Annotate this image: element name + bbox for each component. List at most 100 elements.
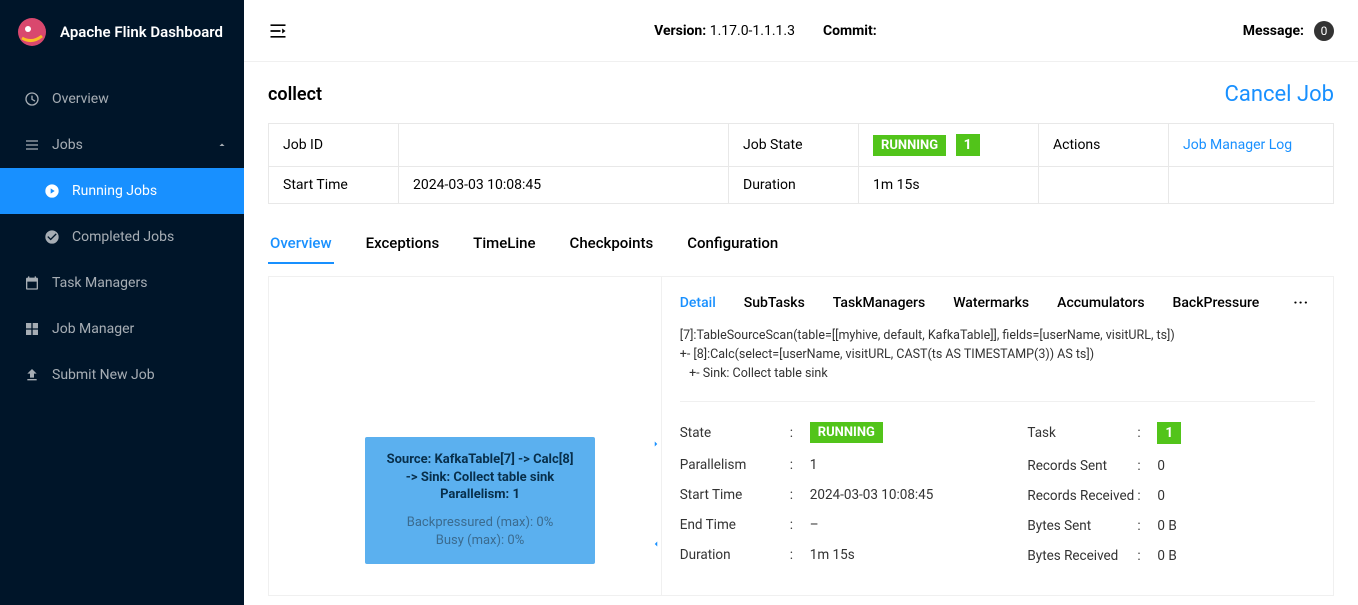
job-manager-log-link[interactable]: Job Manager Log xyxy=(1183,137,1292,153)
message-label: Message: xyxy=(1243,23,1304,39)
sidebar-item-label: Jobs xyxy=(52,137,83,153)
kv-starttime-val: 2024-03-03 10:08:45 xyxy=(810,487,934,503)
node-backpressure: Backpressured (max): 0% xyxy=(375,514,585,532)
check-circle-icon xyxy=(44,229,60,245)
job-id-label: Job ID xyxy=(269,124,399,167)
kv-endtime-val: – xyxy=(810,517,819,533)
menu-fold-icon[interactable] xyxy=(268,21,288,41)
sidebar-item-overview[interactable]: Overview xyxy=(0,76,244,122)
kv-bsent-key: Bytes Sent xyxy=(1027,518,1137,534)
chevron-left-icon[interactable] xyxy=(650,532,662,556)
main-content: Version: 1.17.0-1.1.1.3 Commit: Message:… xyxy=(244,0,1358,605)
commit-info: Commit: xyxy=(823,23,877,39)
kv-rsent-val: 0 xyxy=(1157,458,1165,474)
detail-tabs: Detail SubTasks TaskManagers Watermarks … xyxy=(680,291,1315,315)
node-source-line: Source: KafkaTable[7] -> Calc[8] xyxy=(375,451,585,469)
kv-duration-key: Duration xyxy=(680,547,790,563)
tab-exceptions[interactable]: Exceptions xyxy=(364,224,442,264)
graph-node[interactable]: Source: KafkaTable[7] -> Calc[8] -> Sink… xyxy=(365,437,595,564)
start-time-label: Start Time xyxy=(269,167,399,204)
job-tabs: Overview Exceptions TimeLine Checkpoints… xyxy=(268,224,1334,264)
sidebar-item-completed-jobs[interactable]: Completed Jobs xyxy=(0,214,244,260)
execution-plan: [7]:TableSourceScan(table=[[myhive, defa… xyxy=(680,327,1315,383)
status-badge: RUNNING xyxy=(873,135,946,156)
sidebar-item-jobs[interactable]: Jobs xyxy=(0,122,244,168)
start-time-value: 2024-03-03 10:08:45 xyxy=(399,167,729,204)
job-state-label: Job State xyxy=(729,124,859,167)
schedule-icon xyxy=(24,275,40,291)
tab-overview[interactable]: Overview xyxy=(268,224,334,264)
upload-icon xyxy=(24,367,40,383)
kv-endtime-key: End Time xyxy=(680,517,790,533)
build-icon xyxy=(24,321,40,337)
actions-value: Job Manager Log xyxy=(1169,124,1334,167)
sidebar: Apache Flink Dashboard Overview Jobs Run… xyxy=(0,0,244,605)
detail-tab-detail[interactable]: Detail xyxy=(680,291,716,315)
node-sink-line: -> Sink: Collect table sink xyxy=(375,469,585,487)
detail-kv-grid: State:RUNNING Parallelism:1 Start Time:2… xyxy=(680,401,1315,578)
tab-checkpoints[interactable]: Checkpoints xyxy=(568,224,656,264)
more-icon[interactable]: ··· xyxy=(1287,295,1315,311)
sidebar-item-submit-new-job[interactable]: Submit New Job xyxy=(0,352,244,398)
kv-parallelism-val: 1 xyxy=(810,457,818,473)
plan-line: +- Sink: Collect table sink xyxy=(680,365,1315,384)
sidebar-header: Apache Flink Dashboard xyxy=(0,0,244,64)
detail-tab-taskmanagers[interactable]: TaskManagers xyxy=(833,291,925,315)
sidebar-item-label: Job Manager xyxy=(52,321,134,337)
sidebar-item-label: Submit New Job xyxy=(52,367,155,383)
plan-line: [7]:TableSourceScan(table=[[myhive, defa… xyxy=(680,327,1315,346)
node-busy: Busy (max): 0% xyxy=(375,532,585,550)
detail-tab-watermarks[interactable]: Watermarks xyxy=(953,291,1029,315)
kv-rrecv-key: Records Received xyxy=(1027,488,1137,504)
kv-rsent-key: Records Sent xyxy=(1027,458,1137,474)
tab-configuration[interactable]: Configuration xyxy=(685,224,780,264)
detail-tab-subtasks[interactable]: SubTasks xyxy=(744,291,805,315)
bars-icon xyxy=(24,137,40,153)
job-graph: Source: KafkaTable[7] -> Calc[8] -> Sink… xyxy=(269,277,662,595)
plan-line: +- [8]:Calc(select=[userName, visitURL, … xyxy=(680,346,1315,365)
sidebar-item-running-jobs[interactable]: Running Jobs xyxy=(0,168,244,214)
job-state-value: RUNNING 1 xyxy=(859,124,1039,167)
task-count-badge: 1 xyxy=(1157,422,1181,444)
actions-label: Actions xyxy=(1039,124,1169,167)
page-header: collect Cancel Job xyxy=(268,82,1334,107)
kv-starttime-key: Start Time xyxy=(680,487,790,503)
overview-panel: Source: KafkaTable[7] -> Calc[8] -> Sink… xyxy=(268,276,1334,596)
app-title: Apache Flink Dashboard xyxy=(60,23,223,41)
flink-logo-icon xyxy=(16,16,48,48)
tab-timeline[interactable]: TimeLine xyxy=(471,224,537,264)
sidebar-menu: Overview Jobs Running Jobs Completed Job… xyxy=(0,64,244,398)
play-circle-icon xyxy=(44,183,60,199)
sidebar-item-job-manager[interactable]: Job Manager xyxy=(0,306,244,352)
node-parallelism-line: Parallelism: 1 xyxy=(375,486,585,504)
kv-brecv-key: Bytes Received xyxy=(1027,548,1137,564)
status-count-badge: 1 xyxy=(956,134,980,156)
chevron-right-icon[interactable] xyxy=(650,432,662,456)
version-info: Version: 1.17.0-1.1.1.3 xyxy=(654,23,795,39)
kv-duration-val: 1m 15s xyxy=(810,547,855,563)
kv-task-key: Task xyxy=(1027,425,1137,441)
kv-bsent-val: 0 B xyxy=(1157,518,1176,534)
sidebar-item-label: Overview xyxy=(52,91,109,107)
chevron-up-icon xyxy=(216,139,228,151)
job-id-value xyxy=(399,124,729,167)
kv-brecv-val: 0 B xyxy=(1157,548,1176,564)
sidebar-item-label: Completed Jobs xyxy=(72,229,174,245)
job-info-table: Job ID Job State RUNNING 1 Actions Job M… xyxy=(268,123,1334,204)
kv-parallelism-key: Parallelism xyxy=(680,457,790,473)
topbar: Version: 1.17.0-1.1.1.3 Commit: Message:… xyxy=(244,0,1358,62)
sidebar-item-label: Task Managers xyxy=(52,275,147,291)
dashboard-icon xyxy=(24,91,40,107)
duration-value: 1m 15s xyxy=(859,167,1039,204)
detail-tab-backpressure[interactable]: BackPressure xyxy=(1173,291,1260,315)
detail-tab-accumulators[interactable]: Accumulators xyxy=(1057,291,1144,315)
message-count-badge[interactable]: 0 xyxy=(1314,21,1334,41)
status-badge: RUNNING xyxy=(810,422,883,443)
page-title: collect xyxy=(268,84,322,105)
kv-state-key: State xyxy=(680,425,790,441)
duration-label: Duration xyxy=(729,167,859,204)
sidebar-item-label: Running Jobs xyxy=(72,183,157,199)
sidebar-item-task-managers[interactable]: Task Managers xyxy=(0,260,244,306)
cancel-job-link[interactable]: Cancel Job xyxy=(1225,82,1334,107)
kv-rrecv-val: 0 xyxy=(1157,488,1165,504)
